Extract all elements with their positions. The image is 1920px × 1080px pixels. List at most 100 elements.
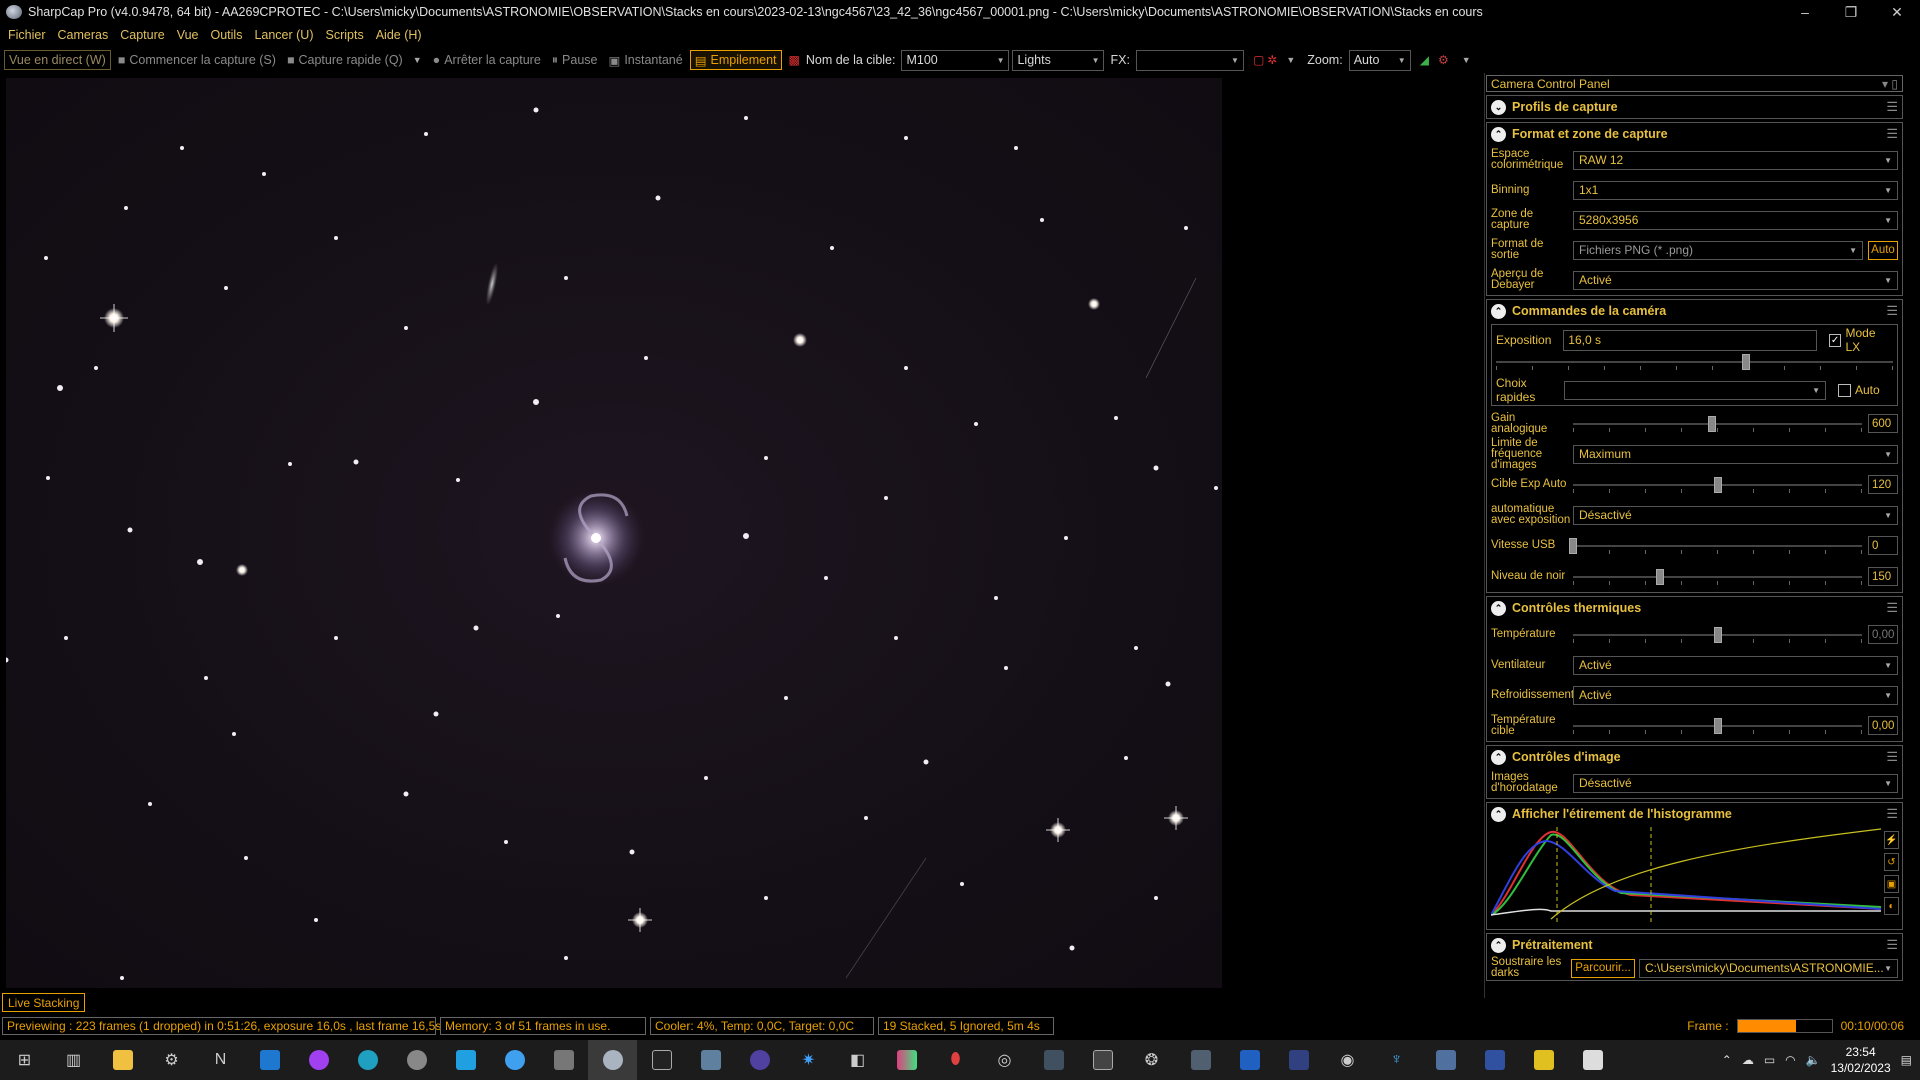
fan-select[interactable]: Activé ▼ [1573,655,1898,675]
battery-icon[interactable]: ▭ [1764,1053,1775,1067]
usb-speed-slider-thumb[interactable] [1569,537,1577,554]
app-icon[interactable] [1176,1040,1225,1080]
output-format-select[interactable]: Fichiers PNG (* .png) ▼ [1573,240,1863,260]
app-icon[interactable] [1470,1040,1519,1080]
app-icon[interactable] [1029,1040,1078,1080]
hamburger-icon[interactable]: ☰ [1886,303,1898,319]
hamburger-icon[interactable]: ☰ [1886,126,1898,142]
usb-speed-value[interactable]: 0 [1868,536,1898,555]
snapshot-button[interactable]: ▣ Instantané [605,50,687,70]
pin-icon[interactable]: ▾ ▯ [1882,77,1898,91]
app-icon[interactable]: ◧ [833,1040,882,1080]
usb-speed-slider[interactable] [1569,536,1862,556]
target-exp-value[interactable]: 120 [1868,475,1898,494]
exposure-input[interactable]: 16,0 s [1563,329,1817,351]
menu-aide[interactable]: Aide (H) [370,28,428,42]
app-icon[interactable] [1078,1040,1127,1080]
notification-icon[interactable]: ▤ [1901,1053,1912,1067]
messenger-icon[interactable] [294,1040,343,1080]
settings-icon[interactable]: ⚙ [147,1040,196,1080]
debayer-select[interactable]: Activé ▼ [1573,270,1898,290]
pause-button[interactable]: ⏸ Pause [548,50,602,70]
binning-select[interactable]: 1x1 ▼ [1573,180,1898,200]
app-icon[interactable]: ❂ [1127,1040,1176,1080]
chevron-up-icon[interactable]: ⌃ [1722,1053,1732,1067]
quick-capture-button[interactable]: ■ Capture rapide (Q) ▼ [283,50,426,70]
mail-icon[interactable] [245,1040,294,1080]
live-stacking-tab[interactable]: Live Stacking [2,993,86,1012]
contrast-icon[interactable]: ◐ [1884,897,1899,915]
exposure-slider-thumb[interactable] [1742,354,1751,370]
black-level-slider-thumb[interactable] [1655,568,1664,585]
app-icon[interactable]: ✷ [784,1040,833,1080]
app-icon[interactable] [1225,1040,1274,1080]
zone-select[interactable]: 5280x3956 ▼ [1573,210,1898,230]
menu-vue[interactable]: Vue [171,28,205,42]
target-temp-slider-thumb[interactable] [1713,717,1722,734]
clock[interactable]: 23:54 13/02/2023 [1831,1044,1891,1076]
exposure-slider[interactable] [1496,352,1893,378]
chevron-up-icon[interactable]: ⌃ [1491,600,1506,616]
panel-scrollbar[interactable] [1904,73,1916,998]
hamburger-icon[interactable]: ☰ [1886,749,1898,765]
app-icon[interactable] [441,1040,490,1080]
section-profiles-header[interactable]: ⌄ Profils de capture ☰ [1487,96,1902,118]
task-view-icon[interactable]: ▥ [49,1040,98,1080]
settings-tool-icon[interactable]: ⚙ [1438,53,1449,67]
app-icon[interactable] [1421,1040,1470,1080]
fx-combo[interactable]: ▼ [1135,49,1244,71]
chevron-up-icon[interactable]: ⌃ [1491,806,1506,822]
auto-exp-select[interactable]: Désactivé ▼ [1573,505,1898,525]
gain-slider-thumb[interactable] [1707,415,1716,432]
reticle-icon[interactable]: ▢ [1253,53,1264,67]
app-icon[interactable]: ♆ [1372,1040,1421,1080]
chevron-down-icon[interactable]: ▼ [1286,55,1295,65]
hamburger-icon[interactable]: ☰ [1886,937,1898,953]
app-icon[interactable] [882,1040,931,1080]
chevron-up-icon[interactable]: ⌃ [1491,937,1506,953]
target-temp-value[interactable]: 0,00 [1868,716,1898,735]
hamburger-icon[interactable]: ☰ [1886,806,1898,822]
chevron-down-icon[interactable]: ▼ [1462,55,1471,65]
chevron-down-icon[interactable]: ⌄ [1491,99,1506,115]
maximize-button[interactable]: ❐ [1828,0,1874,24]
black-level-value[interactable]: 150 [1868,567,1898,586]
target-exp-slider[interactable] [1573,475,1862,495]
app-icon[interactable] [1274,1040,1323,1080]
menu-fichier[interactable]: Fichier [2,28,52,42]
target-exp-slider-thumb[interactable] [1713,476,1722,493]
app-icon[interactable] [637,1040,686,1080]
file-explorer-icon[interactable] [98,1040,147,1080]
menu-lancer[interactable]: Lancer (U) [248,28,319,42]
app-icon[interactable] [686,1040,735,1080]
windows-start-icon[interactable]: ⊞ [0,1040,49,1080]
target-name-combo[interactable]: M100 ▼ [901,49,1010,71]
section-camera-header[interactable]: ⌃ Commandes de la caméra ☰ [1487,300,1902,322]
black-level-slider[interactable] [1573,567,1862,587]
start-capture-button[interactable]: ■ Commencer la capture (S) [114,50,280,70]
save-icon[interactable]: ▣ [1884,875,1899,893]
chevron-up-icon[interactable]: ⌃ [1491,303,1506,319]
edge-icon[interactable] [343,1040,392,1080]
section-histogram-header[interactable]: ⌃ Afficher l'étirement de l'histogramme ☰ [1487,803,1902,825]
lx-mode-checkbox[interactable]: ✓ [1828,333,1842,347]
live-view-button[interactable]: Vue en direct (W) [4,50,111,70]
zoom-combo[interactable]: Auto ▼ [1348,49,1411,71]
network-icon[interactable]: ☁ [1742,1053,1754,1067]
app-icon[interactable] [1519,1040,1568,1080]
quick-choice-select[interactable]: ▼ [1564,380,1826,400]
app-icon[interactable] [539,1040,588,1080]
app-icon[interactable] [1568,1040,1617,1080]
menu-outils[interactable]: Outils [205,28,249,42]
hamburger-icon[interactable]: ☰ [1886,99,1898,115]
volume-icon[interactable]: 🔈 [1806,1053,1821,1067]
frame-type-combo[interactable]: Lights ▼ [1012,49,1105,71]
chevron-up-icon[interactable]: ⌃ [1491,126,1506,142]
app-icon[interactable] [490,1040,539,1080]
menu-scripts[interactable]: Scripts [320,28,370,42]
app-icon[interactable]: ◎ [980,1040,1029,1080]
app-icon[interactable]: ⬮ [931,1040,980,1080]
gain-slider[interactable] [1573,414,1862,434]
image-viewport[interactable] [0,76,1490,996]
chevron-up-icon[interactable]: ⌃ [1491,749,1506,765]
